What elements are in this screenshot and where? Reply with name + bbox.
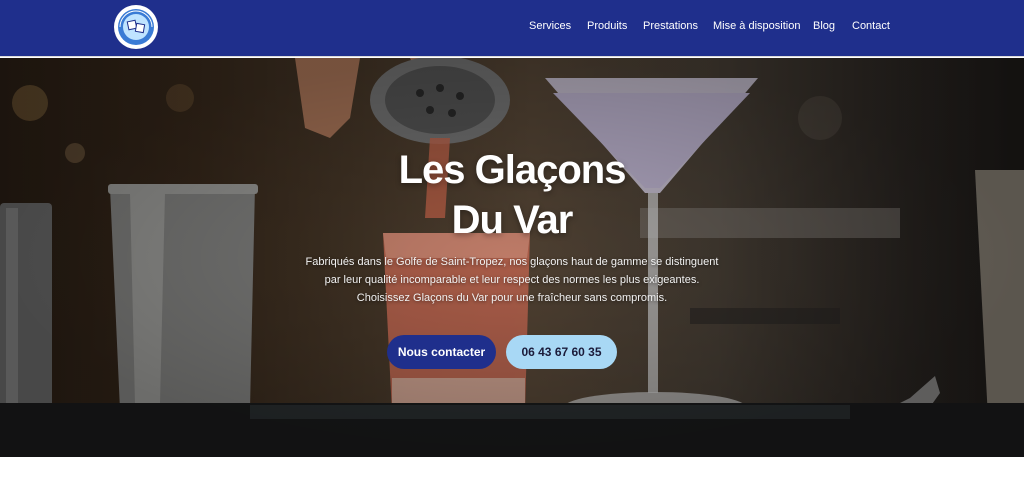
hero-description: Fabriqués dans le Golfe de Saint-Tropez,… xyxy=(305,256,719,304)
nav-item-services[interactable]: Services xyxy=(529,20,571,32)
nav-item-mise-a-disposition[interactable]: Mise à disposition xyxy=(713,20,800,32)
nav-item-blog[interactable]: Blog xyxy=(813,20,835,32)
phone-button[interactable]: 06 43 67 60 35 xyxy=(506,335,617,369)
nav-item-contact[interactable]: Contact xyxy=(852,20,890,32)
brand-logo[interactable] xyxy=(114,5,158,49)
page-content-start xyxy=(0,457,1024,491)
hero-title-line-2: Du Var xyxy=(451,198,574,242)
hero-title-line-1: Les Glaçons xyxy=(398,148,627,192)
nav-item-produits[interactable]: Produits xyxy=(587,20,627,32)
site-header: Services Produits Prestations Mise à dis… xyxy=(0,0,1024,57)
nav-item-prestations[interactable]: Prestations xyxy=(643,20,698,32)
contact-button[interactable]: Nous contacter xyxy=(387,335,496,369)
ice-logo-icon xyxy=(115,6,157,48)
